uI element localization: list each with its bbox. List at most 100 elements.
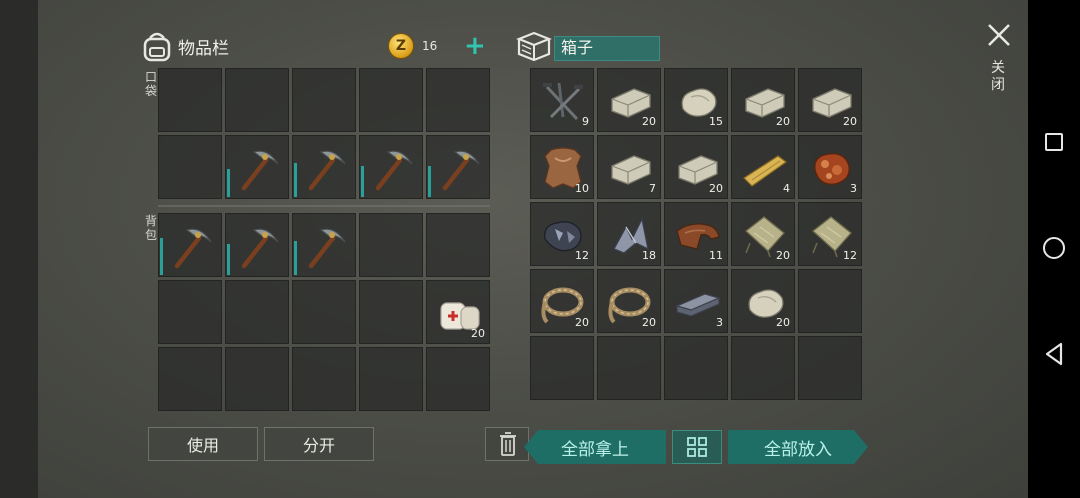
backpack-icon bbox=[143, 32, 171, 62]
box-slot[interactable] bbox=[530, 336, 594, 400]
box-slot[interactable] bbox=[731, 336, 795, 400]
backpack-slot[interactable] bbox=[359, 280, 423, 344]
coin-display: Z 16 + bbox=[388, 33, 486, 59]
item-quantity: 12 bbox=[575, 249, 589, 262]
backpack-slot[interactable] bbox=[359, 213, 423, 277]
pickaxe-icon bbox=[308, 228, 346, 269]
backpack-slot[interactable] bbox=[225, 280, 289, 344]
box-slot[interactable]: 20 bbox=[664, 135, 728, 199]
back-button[interactable] bbox=[1040, 340, 1068, 368]
backpack-slot[interactable] bbox=[158, 213, 222, 277]
box-slot[interactable]: 20 bbox=[731, 202, 795, 266]
pocket-slot[interactable] bbox=[158, 135, 222, 199]
pocket-slot[interactable] bbox=[292, 135, 356, 199]
home-button[interactable] bbox=[1040, 234, 1068, 262]
inventory-title: 物品栏 bbox=[178, 38, 229, 59]
box-slot[interactable]: 10 bbox=[530, 135, 594, 199]
backpack-slot[interactable] bbox=[158, 280, 222, 344]
put-all-button[interactable]: 全部放入 bbox=[728, 430, 868, 464]
section-divider bbox=[158, 205, 490, 207]
item-quantity: 15 bbox=[709, 115, 723, 128]
pocket-slot[interactable] bbox=[426, 68, 490, 132]
item-quantity: 20 bbox=[776, 115, 790, 128]
pocket-slot[interactable] bbox=[426, 135, 490, 199]
item-quantity: 20 bbox=[575, 316, 589, 329]
box-slot[interactable]: 20 bbox=[597, 269, 661, 333]
box-slot[interactable] bbox=[597, 336, 661, 400]
backpack-label: 背包 bbox=[144, 214, 157, 242]
pocket-slot[interactable] bbox=[359, 68, 423, 132]
backpack-slot[interactable] bbox=[292, 347, 356, 411]
backpack-slot[interactable] bbox=[292, 213, 356, 277]
pickaxe-icon bbox=[241, 150, 279, 191]
box-slot[interactable]: 12 bbox=[530, 202, 594, 266]
pocket-slot[interactable] bbox=[225, 68, 289, 132]
pocket-slot[interactable] bbox=[225, 135, 289, 199]
pocket-grid bbox=[158, 68, 490, 199]
backpack-slot[interactable] bbox=[426, 347, 490, 411]
box-slot[interactable]: 4 bbox=[731, 135, 795, 199]
box-slot[interactable]: 15 bbox=[664, 68, 728, 132]
sort-button[interactable] bbox=[672, 430, 722, 464]
item-quantity: 20 bbox=[776, 249, 790, 262]
durability-bar bbox=[294, 163, 297, 197]
coin-icon: Z bbox=[388, 33, 414, 59]
box-slot[interactable]: 20 bbox=[798, 68, 862, 132]
backpack-slot[interactable] bbox=[158, 347, 222, 411]
box-slot[interactable] bbox=[798, 336, 862, 400]
use-button[interactable]: 使用 bbox=[148, 427, 258, 461]
box-slot[interactable] bbox=[798, 269, 862, 333]
item-quantity: 12 bbox=[843, 249, 857, 262]
box-slot[interactable] bbox=[664, 336, 728, 400]
item-quantity: 4 bbox=[783, 182, 790, 195]
box-slot[interactable]: 9 bbox=[530, 68, 594, 132]
close-icon[interactable] bbox=[986, 22, 1012, 48]
item-quantity: 20 bbox=[776, 316, 790, 329]
backpack-slot[interactable] bbox=[225, 213, 289, 277]
left-bezel bbox=[0, 0, 38, 498]
pocket-slot[interactable] bbox=[359, 135, 423, 199]
box-slot[interactable]: 20 bbox=[597, 68, 661, 132]
pocket-label: 口袋 bbox=[144, 70, 157, 98]
box-slot[interactable]: 11 bbox=[664, 202, 728, 266]
split-button[interactable]: 分开 bbox=[264, 427, 374, 461]
pickaxe-icon bbox=[241, 228, 279, 269]
box-slot[interactable]: 18 bbox=[597, 202, 661, 266]
add-coins-button[interactable]: + bbox=[464, 33, 486, 59]
pickaxe-icon bbox=[375, 150, 413, 191]
box-slot[interactable]: 3 bbox=[664, 269, 728, 333]
trash-button[interactable] bbox=[485, 427, 529, 461]
pickaxe-icon bbox=[308, 150, 346, 191]
item-quantity: 20 bbox=[709, 182, 723, 195]
box-grid: 9 20 15 20 20 10 7 20 4 3 12 18 11 20 12 20 20 3 20 bbox=[530, 68, 862, 410]
backpack-slot[interactable] bbox=[225, 347, 289, 411]
box-slot[interactable]: 7 bbox=[597, 135, 661, 199]
item-quantity: 9 bbox=[582, 115, 589, 128]
box-slot[interactable]: 20 bbox=[530, 269, 594, 333]
backpack-slot[interactable]: 20 bbox=[426, 280, 490, 344]
box-slot[interactable]: 12 bbox=[798, 202, 862, 266]
item-quantity: 20 bbox=[642, 115, 656, 128]
durability-bar bbox=[160, 238, 163, 275]
pocket-slot[interactable] bbox=[158, 68, 222, 132]
circle-icon bbox=[1043, 237, 1065, 259]
inventory-header: 物品栏 bbox=[142, 30, 229, 62]
item-quantity: 10 bbox=[575, 182, 589, 195]
back-triangle-icon bbox=[1045, 342, 1063, 366]
backpack-slot[interactable] bbox=[426, 213, 490, 277]
box-slot[interactable]: 20 bbox=[731, 269, 795, 333]
backpack-slot[interactable] bbox=[359, 347, 423, 411]
box-icon bbox=[516, 31, 552, 62]
square-icon bbox=[1045, 133, 1063, 151]
item-quantity: 20 bbox=[642, 316, 656, 329]
inventory-screen: 物品栏 Z 16 + 箱子 关闭 口袋 背包 20 9 20 15 20 20 10 7 20… bbox=[38, 0, 1028, 498]
item-quantity: 7 bbox=[649, 182, 656, 195]
box-slot[interactable]: 3 bbox=[798, 135, 862, 199]
recent-apps-button[interactable] bbox=[1040, 128, 1068, 156]
close-label[interactable]: 关闭 bbox=[988, 60, 1008, 94]
android-nav-bar bbox=[1028, 0, 1080, 498]
pocket-slot[interactable] bbox=[292, 68, 356, 132]
backpack-slot[interactable] bbox=[292, 280, 356, 344]
take-all-button[interactable]: 全部拿上 bbox=[524, 430, 666, 464]
box-slot[interactable]: 20 bbox=[731, 68, 795, 132]
